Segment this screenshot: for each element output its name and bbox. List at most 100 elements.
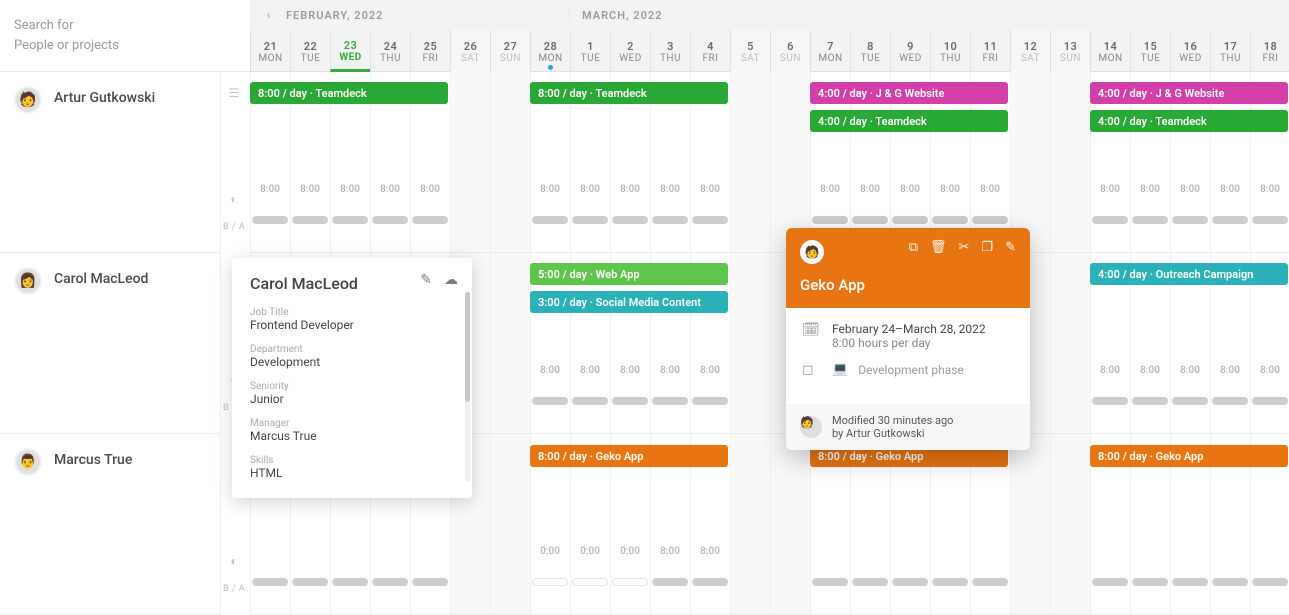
capacity-bar: [812, 578, 848, 586]
hour-cell: [1210, 546, 1250, 564]
allocation-bar[interactable]: 4:00 / day · Teamdeck: [810, 110, 1008, 132]
day-cell[interactable]: 4FRI: [690, 30, 730, 72]
day-cell[interactable]: 10THU: [930, 30, 970, 72]
day-cell[interactable]: 27SUN: [490, 30, 530, 72]
day-cell[interactable]: 8TUE: [850, 30, 890, 72]
day-cell[interactable]: 16WED: [1170, 30, 1210, 72]
capacity-bar: [1212, 578, 1248, 586]
cut-icon[interactable]: ✂: [959, 240, 970, 255]
edit-icon[interactable]: ✎: [1005, 240, 1016, 255]
tag-icon: ◻: [802, 362, 820, 378]
day-cell[interactable]: 25FRI: [410, 30, 450, 72]
allocation-bar[interactable]: 8:00 / day · Teamdeck: [250, 82, 448, 104]
day-cell[interactable]: 14MON: [1090, 30, 1130, 72]
hour-cell: [730, 184, 770, 202]
hour-cell: [1170, 546, 1210, 564]
hour-cell: [250, 546, 290, 564]
day-cell[interactable]: 6SUN: [770, 30, 810, 72]
person-row[interactable]: 👩 Carol MacLeod: [0, 253, 220, 434]
day-cell[interactable]: 24THU: [370, 30, 410, 72]
allocation-bar[interactable]: 5:00 / day · Web App: [530, 263, 728, 285]
search-panel[interactable]: Search for People or projects: [0, 0, 250, 72]
day-cell[interactable]: 13SUN: [1050, 30, 1090, 72]
allocation-bar[interactable]: 3:00 / day · Social Media Content: [530, 291, 728, 313]
capacity-bar: [612, 216, 648, 224]
capacity-bar: [932, 578, 968, 586]
capacity-bar: [652, 397, 688, 405]
capacity-bar: [652, 216, 688, 224]
copy-icon[interactable]: ⧉: [909, 240, 918, 255]
moon-icon[interactable]: ◐: [225, 552, 243, 570]
capacity-bar: [1172, 216, 1208, 224]
filter-icon[interactable]: ☰: [225, 84, 243, 102]
moon-icon[interactable]: ◐: [225, 190, 243, 208]
person-detail-card: Carol MacLeod ✎ ☁ Job Title Frontend Dev…: [232, 258, 472, 498]
day-cell[interactable]: 17THU: [1210, 30, 1250, 72]
person-row[interactable]: 🧑 Artur Gutkowski: [0, 72, 220, 253]
hour-cell: 8:00: [1090, 365, 1130, 383]
allocation-popover: 🧑 ⧉ 🗑 ✂ ❐ ✎ Geko App 🗓 February 24–March…: [786, 228, 1030, 450]
allocation-bar[interactable]: 8:00 / day · Teamdeck: [530, 82, 728, 104]
capacity-bar: [852, 216, 888, 224]
capacity-bar: [1092, 578, 1128, 586]
field-label: Skills: [250, 455, 454, 466]
day-cell[interactable]: 7MON: [810, 30, 850, 72]
day-cell[interactable]: 26SAT: [450, 30, 490, 72]
day-cell[interactable]: 22TUE: [290, 30, 330, 72]
hour-cell: 8:00: [250, 184, 290, 202]
hour-cell: 8:00: [650, 365, 690, 383]
duplicate-icon[interactable]: ❐: [981, 240, 993, 255]
day-cell[interactable]: 5SAT: [730, 30, 770, 72]
hour-cell: 8:00: [610, 365, 650, 383]
hour-cell: [1010, 546, 1050, 564]
day-cell[interactable]: 21MON: [250, 30, 290, 72]
hour-cell: [1050, 546, 1090, 564]
person-row[interactable]: 👨 Marcus True: [0, 434, 220, 615]
hour-cell: 8:00: [1130, 184, 1170, 202]
capacity-bar: [252, 216, 288, 224]
allocation-bar[interactable]: 4:00 / day · J & G Website: [810, 82, 1008, 104]
capacity-bar: [412, 216, 448, 224]
day-cell[interactable]: 18FRI: [1250, 30, 1289, 72]
allocation-bar[interactable]: 4:00 / day · Teamdeck: [1090, 110, 1288, 132]
day-cell[interactable]: 11FRI: [970, 30, 1010, 72]
prev-month-icon[interactable]: ‹: [262, 8, 276, 22]
allocation-bar[interactable]: 4:00 / day · Outreach Campaign: [1090, 263, 1288, 285]
day-cell[interactable]: 12SAT: [1010, 30, 1050, 72]
month-block-mar: MARCH, 2022: [570, 9, 1289, 22]
day-cell[interactable]: 23WED: [330, 30, 370, 72]
hour-cell: [770, 184, 810, 202]
hour-cell: 8:00: [610, 184, 650, 202]
day-cell[interactable]: 2WED: [610, 30, 650, 72]
hour-cell: [450, 184, 490, 202]
allocation-bar[interactable]: 8:00 / day · Geko App: [1090, 445, 1288, 467]
hour-cell: [410, 546, 450, 564]
ba-label: B / A: [223, 222, 245, 232]
capacity-bar: [332, 216, 368, 224]
day-cell[interactable]: 15TUE: [1130, 30, 1170, 72]
scrollbar[interactable]: [465, 292, 470, 482]
capacity-bar: [612, 578, 648, 586]
ba-label: B / A: [223, 584, 245, 594]
month-label-feb: FEBRUARY, 2022: [286, 9, 383, 22]
capacity-bar: [972, 216, 1008, 224]
day-cell[interactable]: 1TUE: [570, 30, 610, 72]
cloud-icon[interactable]: ☁: [444, 272, 458, 288]
field-value: Frontend Developer: [250, 318, 454, 332]
capacity-bar: [1092, 397, 1128, 405]
hour-cell: 8:00: [690, 546, 730, 564]
day-cell[interactable]: 9WED: [890, 30, 930, 72]
capacity-bar: [1132, 578, 1168, 586]
edit-icon[interactable]: ✎: [420, 272, 432, 288]
delete-icon[interactable]: 🗑: [930, 240, 947, 255]
day-cell[interactable]: 28MON: [530, 30, 570, 72]
allocation-bar[interactable]: 8:00 / day · Geko App: [530, 445, 728, 467]
hour-cell: [1050, 184, 1090, 202]
month-label-mar: MARCH, 2022: [582, 9, 663, 22]
hour-cell: [890, 546, 930, 564]
hour-cell: [490, 546, 530, 564]
day-cell[interactable]: 3THU: [650, 30, 690, 72]
hour-cell: [930, 546, 970, 564]
allocation-bar[interactable]: 4:00 / day · J & G Website: [1090, 82, 1288, 104]
capacity-bar: [532, 578, 568, 586]
